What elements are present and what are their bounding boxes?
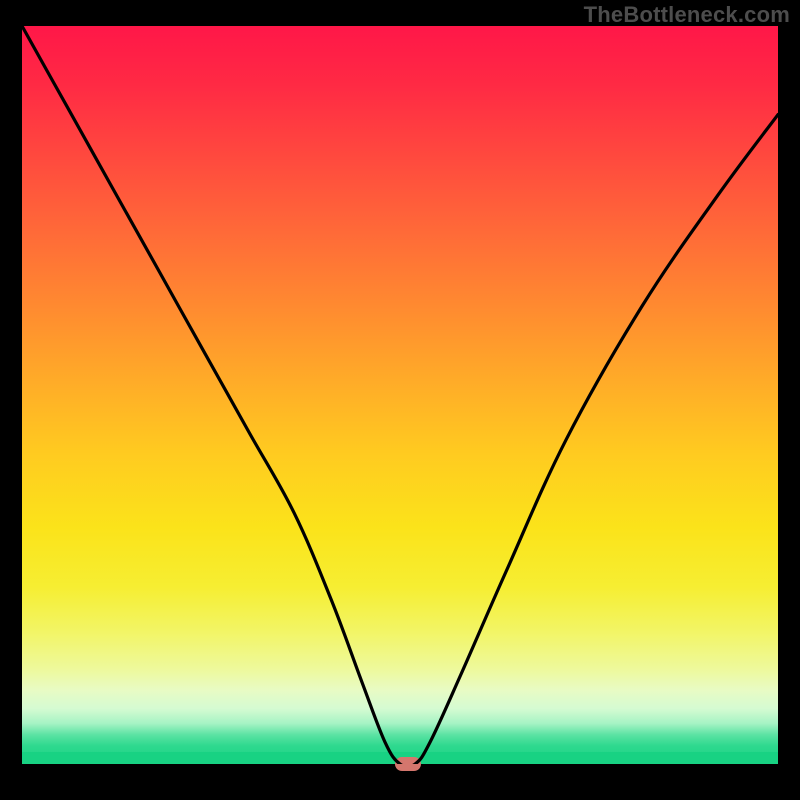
plot-background-gradient — [22, 26, 778, 764]
watermark-text: TheBottleneck.com — [584, 2, 790, 28]
minimum-marker — [395, 757, 421, 771]
chart-frame: TheBottleneck.com — [0, 0, 800, 800]
